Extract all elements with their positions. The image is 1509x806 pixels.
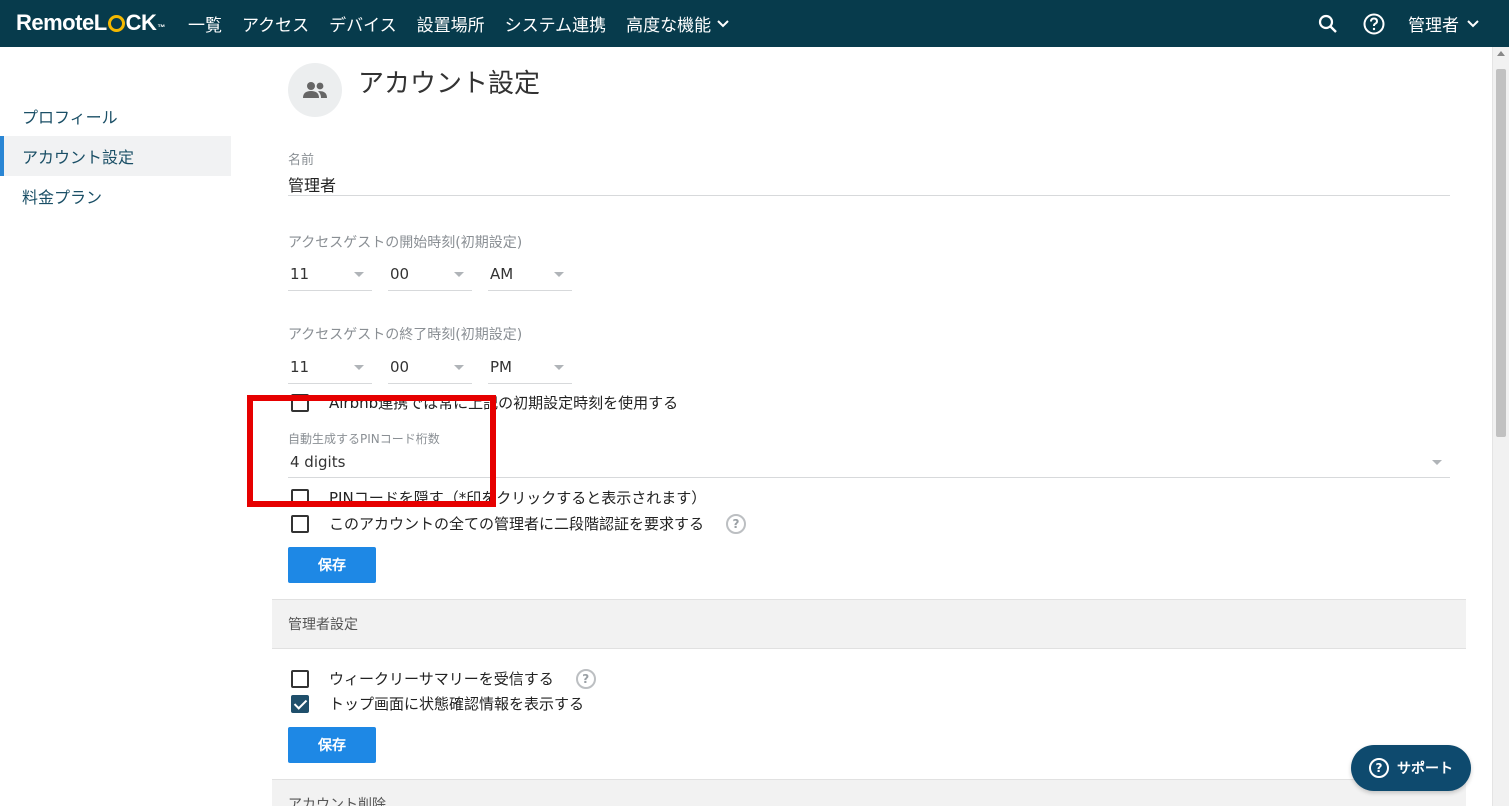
remotelock-logo[interactable]: Remote L CK ™ xyxy=(16,10,165,36)
logo-text-prefix: Remote xyxy=(16,10,94,35)
name-field-underline xyxy=(288,195,1450,196)
end-time-label: アクセスゲストの終了時刻(初期設定) xyxy=(288,327,523,343)
logo-text-l: L xyxy=(93,10,107,35)
hide-pin-label: PINコードを隠す（*印をクリックすると表示されます） xyxy=(329,489,707,507)
end-hour-select[interactable]: 11 xyxy=(288,352,372,384)
help-icon: ? xyxy=(1369,758,1389,778)
nav-item-integrations[interactable]: システム連携 xyxy=(505,11,607,36)
caret-down-icon xyxy=(354,365,364,370)
nav-right-tools: 管理者 xyxy=(1316,0,1479,47)
main-menu: 一覧 アクセス デバイス 設置場所 システム連携 高度な機能 xyxy=(188,0,729,47)
account-group-icon xyxy=(303,82,327,98)
help-circle-icon[interactable] xyxy=(1362,12,1386,36)
logo-trademark: ™ xyxy=(157,23,165,32)
chevron-down-icon xyxy=(1467,19,1479,27)
start-ampm-value: AM xyxy=(490,265,514,283)
name-label: 名前 xyxy=(288,153,315,168)
status-info-label: トップ画面に状態確認情報を表示する xyxy=(329,695,585,713)
caret-down-icon xyxy=(1432,460,1442,465)
chevron-down-icon xyxy=(717,19,729,27)
caret-down-icon xyxy=(554,272,564,277)
user-name: 管理者 xyxy=(1408,16,1459,36)
end-ampm-select[interactable]: PM xyxy=(488,352,572,384)
hide-pin-option: PINコードを隠す（*印をクリックすると表示されます） xyxy=(291,487,706,508)
caret-down-icon xyxy=(554,365,564,370)
caret-down-icon xyxy=(354,272,364,277)
start-minute-select[interactable]: 00 xyxy=(388,259,472,291)
weekly-summary-option: ウィークリーサマリーを受信する ? xyxy=(291,668,596,689)
nav-item-locations[interactable]: 設置場所 xyxy=(417,11,485,36)
end-minute-value: 00 xyxy=(390,358,410,376)
scroll-up-arrow-icon[interactable] xyxy=(1497,51,1505,56)
main-content: アカウント設定 名前 管理者 アクセスゲストの開始時刻(初期設定) 11 00 … xyxy=(272,47,1466,806)
airbnb-checkbox[interactable] xyxy=(291,393,309,412)
page-scrollbar[interactable] xyxy=(1492,47,1509,806)
nav-item-access[interactable]: アクセス xyxy=(242,11,309,36)
top-nav: Remote L CK ™ 一覧 アクセス デバイス 設置場所 システム連携 高… xyxy=(0,0,1509,47)
pin-digits-label: 自動生成するPINコード桁数 xyxy=(288,432,440,446)
scroll-thumb[interactable] xyxy=(1496,69,1506,437)
nav-item-advanced[interactable]: 高度な機能 xyxy=(626,11,729,36)
sidebar-item-plan[interactable]: 料金プラン xyxy=(0,176,231,216)
admin-settings-header: 管理者設定 xyxy=(272,599,1466,649)
page-title: アカウント設定 xyxy=(358,69,541,99)
nav-item-advanced-label: 高度な機能 xyxy=(626,16,712,36)
account-group-avatar xyxy=(288,63,342,117)
start-hour-value: 11 xyxy=(290,265,310,283)
end-minute-select[interactable]: 00 xyxy=(388,352,472,384)
support-button[interactable]: ? サポート xyxy=(1351,745,1471,791)
settings-sidebar: プロフィール アカウント設定 料金プラン xyxy=(0,96,231,216)
two-factor-checkbox[interactable] xyxy=(291,514,309,533)
pin-digits-value: 4 digits xyxy=(290,453,346,471)
two-factor-label: このアカウントの全ての管理者に二段階認証を要求する xyxy=(329,515,705,533)
airbnb-label: Airbnb連携では常に上記の初期設定時刻を使用する xyxy=(329,394,679,412)
name-field[interactable]: 管理者 xyxy=(288,172,336,196)
sidebar-item-profile[interactable]: プロフィール xyxy=(0,96,231,136)
save-account-button[interactable]: 保存 xyxy=(288,547,376,583)
help-icon[interactable]: ? xyxy=(575,668,596,689)
help-icon[interactable]: ? xyxy=(726,513,747,534)
start-time-label: アクセスゲストの開始時刻(初期設定) xyxy=(288,235,523,251)
logo-lock: L CK xyxy=(94,10,157,36)
support-label: サポート xyxy=(1397,761,1453,777)
status-info-checkbox[interactable] xyxy=(291,694,309,713)
pin-digits-select[interactable]: 4 digits xyxy=(288,447,1450,478)
start-ampm-select[interactable]: AM xyxy=(488,259,572,291)
caret-down-icon xyxy=(454,272,464,277)
end-hour-value: 11 xyxy=(290,358,310,376)
hide-pin-checkbox[interactable] xyxy=(291,488,309,507)
nav-item-list[interactable]: 一覧 xyxy=(188,11,222,36)
airbnb-option: Airbnb連携では常に上記の初期設定時刻を使用する xyxy=(291,392,678,413)
logo-ring-icon xyxy=(107,15,125,32)
end-ampm-value: PM xyxy=(490,358,512,376)
save-admin-button[interactable]: 保存 xyxy=(288,727,376,763)
search-icon[interactable] xyxy=(1316,12,1340,36)
account-delete-header: アカウント削除 xyxy=(272,779,1466,806)
start-minute-value: 00 xyxy=(390,265,410,283)
nav-item-devices[interactable]: デバイス xyxy=(329,11,397,36)
logo-text-suffix: CK xyxy=(125,10,157,35)
start-hour-select[interactable]: 11 xyxy=(288,259,372,291)
weekly-summary-checkbox[interactable] xyxy=(291,669,309,688)
weekly-summary-label: ウィークリーサマリーを受信する xyxy=(329,670,554,688)
caret-down-icon xyxy=(454,365,464,370)
two-factor-option: このアカウントの全ての管理者に二段階認証を要求する ? xyxy=(291,513,747,534)
sidebar-item-account-settings[interactable]: アカウント設定 xyxy=(0,136,231,176)
user-menu[interactable]: 管理者 xyxy=(1408,11,1479,36)
status-info-option: トップ画面に状態確認情報を表示する xyxy=(291,693,584,714)
